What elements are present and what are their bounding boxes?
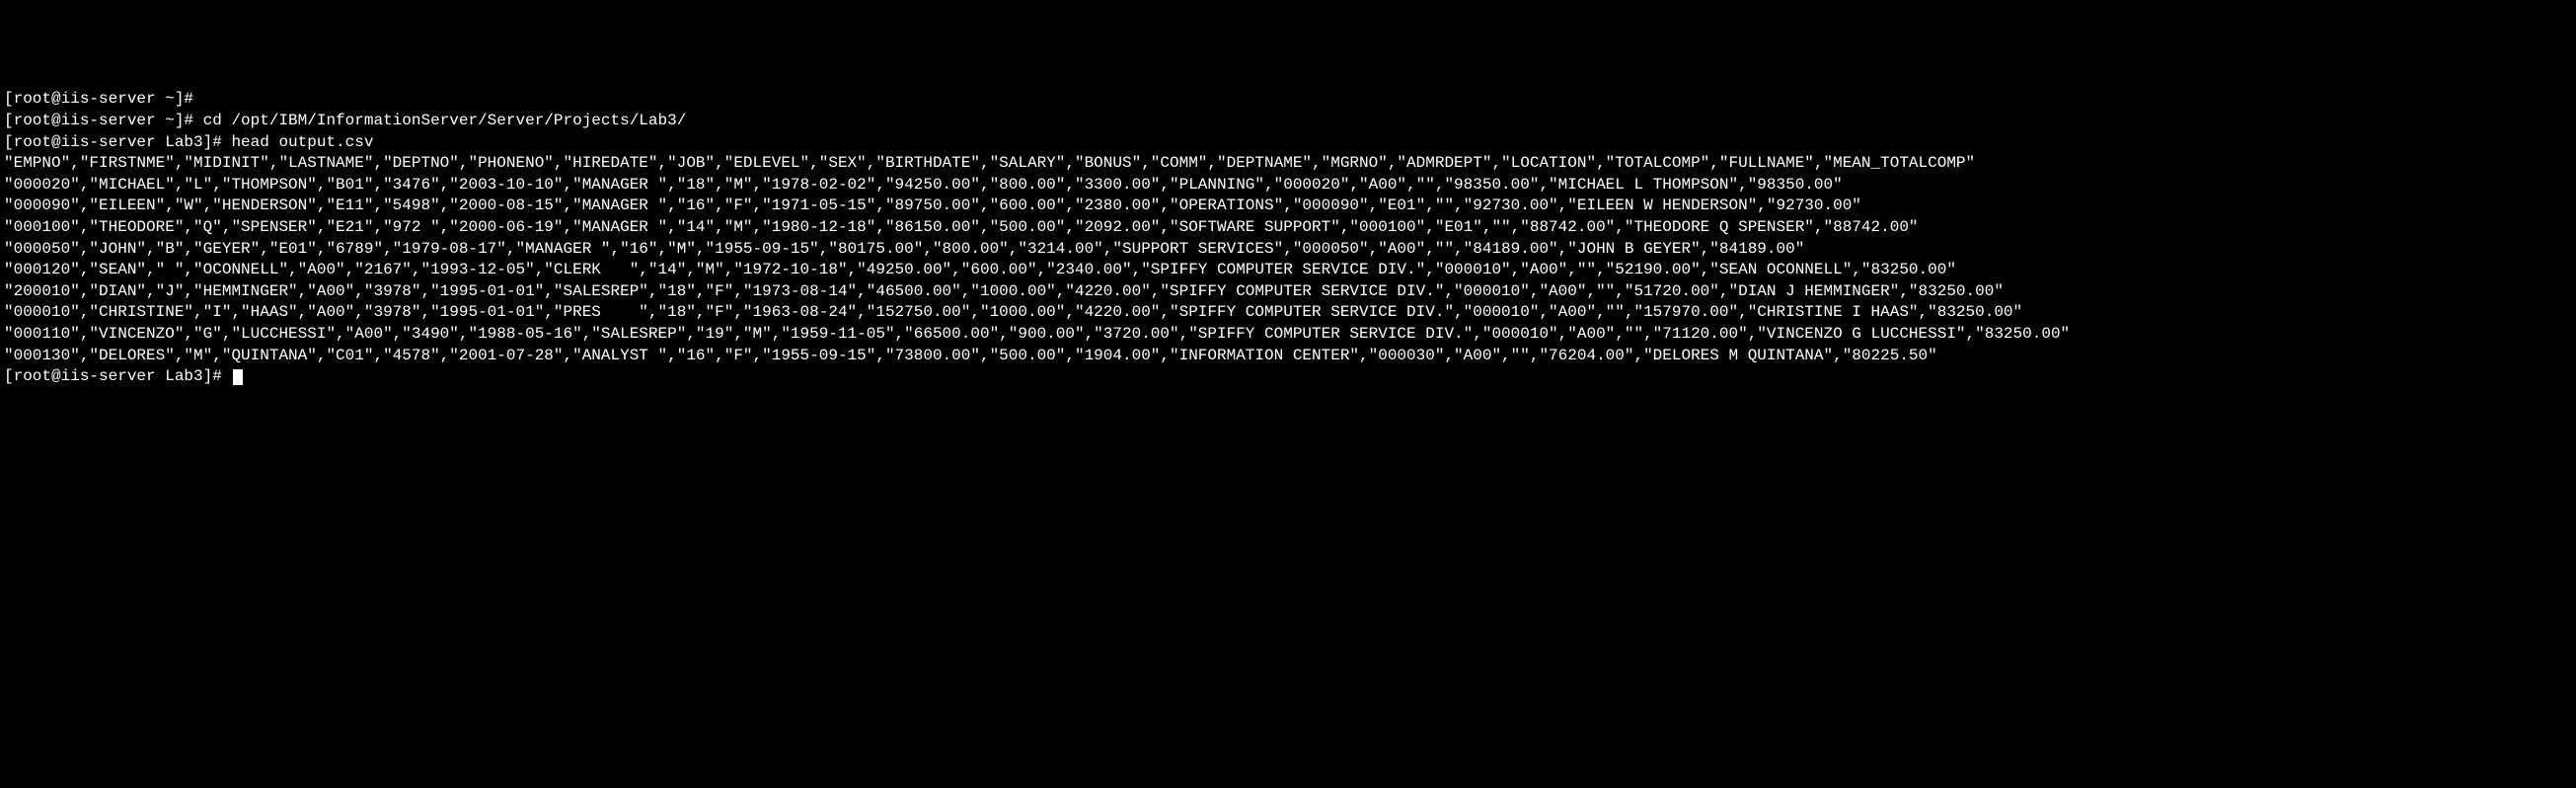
terminal-output-line: "EMPNO","FIRSTNME","MIDINIT","LASTNAME",… [4, 153, 2572, 175]
terminal-prompt-line: [root@iis-server ~]# cd /opt/IBM/Informa… [4, 111, 2572, 132]
terminal-output-line: "000100","THEODORE","Q","SPENSER","E21",… [4, 217, 2572, 239]
terminal-output-line: "000120","SEAN"," ","OCONNELL","A00","21… [4, 260, 2572, 281]
terminal-output-line: "000090","EILEEN","W","HENDERSON","E11",… [4, 196, 2572, 217]
terminal-output-line: "000130","DELORES","M","QUINTANA","C01",… [4, 346, 2572, 367]
terminal-output-line: "000010","CHRISTINE","I","HAAS","A00","3… [4, 302, 2572, 324]
terminal-output-line: "200010","DIAN","J","HEMMINGER","A00","3… [4, 281, 2572, 303]
terminal-output-line: "000020","MICHAEL","L","THOMPSON","B01",… [4, 175, 2572, 197]
terminal-prompt-line: [root@iis-server Lab3]# [4, 366, 2572, 388]
terminal-output-line: "000050","JOHN","B","GEYER","E01","6789"… [4, 239, 2572, 261]
terminal-prompt-line: [root@iis-server Lab3]# head output.csv [4, 132, 2572, 154]
terminal-output-line: "000110","VINCENZO","G","LUCCHESSI","A00… [4, 324, 2572, 346]
terminal-prompt-line: [root@iis-server ~]# [4, 89, 2572, 111]
terminal-cursor [233, 369, 243, 385]
terminal-output[interactable]: [root@iis-server ~]#[root@iis-server ~]#… [4, 89, 2572, 387]
